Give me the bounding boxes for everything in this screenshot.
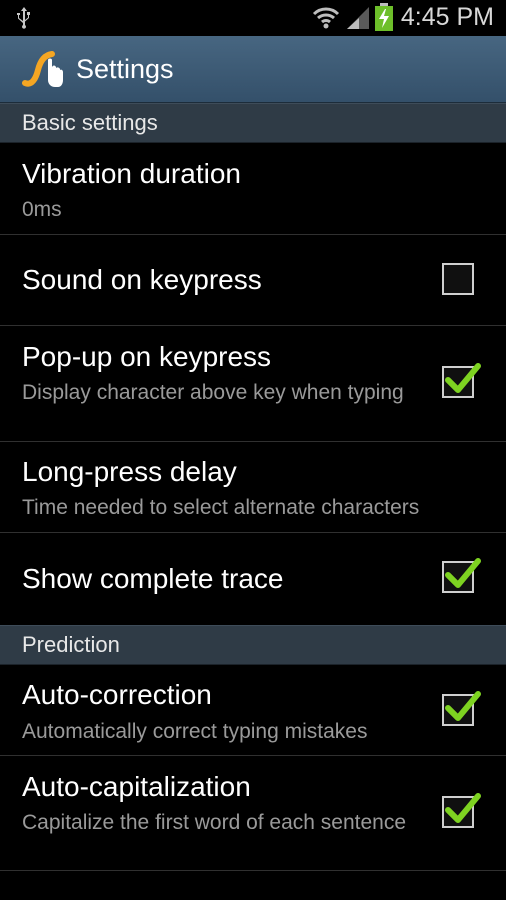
pref-long-press-delay[interactable]: Long-press delay Time needed to select a… [0, 442, 506, 533]
pref-auto-capitalization[interactable]: Auto-capitalization Capitalize the first… [0, 756, 506, 871]
page-title: Settings [76, 54, 174, 84]
pref-vibration-duration[interactable]: Vibration duration 0ms [0, 142, 506, 235]
battery-charging-icon [375, 3, 393, 31]
popup-on-keypress-checkbox[interactable] [442, 363, 481, 398]
checkmark-icon [445, 793, 481, 823]
wifi-icon [312, 7, 340, 29]
pref-label: Show complete trace [22, 563, 284, 594]
pref-popup-on-keypress[interactable]: Pop-up on keypress Display character abo… [0, 326, 506, 442]
checkmark-icon [445, 558, 481, 588]
checkmark-icon [445, 363, 481, 393]
usb-icon [17, 7, 30, 29]
sound-on-keypress-checkbox[interactable] [442, 263, 474, 295]
pref-label: Pop-up on keypress [22, 341, 272, 372]
section-header-basic: Basic settings [0, 103, 506, 143]
action-bar: Settings [0, 36, 506, 103]
pref-label: Sound on keypress [22, 264, 262, 295]
pref-summary: Capitalize the first word of each senten… [22, 811, 407, 834]
pref-auto-correction[interactable]: Auto-correction Automatically correct ty… [0, 664, 506, 756]
section-header-label: Basic settings [22, 110, 158, 135]
status-time: 4:45 PM [400, 3, 494, 31]
auto-correction-checkbox[interactable] [442, 691, 481, 726]
pref-label: Auto-correction [22, 679, 212, 710]
pref-show-complete-trace[interactable]: Show complete trace [0, 533, 506, 624]
pref-summary: Automatically correct typing mistakes [22, 720, 368, 743]
status-bar: 4:45 PM [0, 0, 506, 36]
pref-label: Long-press delay [22, 456, 237, 487]
pref-label: Auto-capitalization [22, 771, 251, 802]
pref-sound-on-keypress[interactable]: Sound on keypress [0, 235, 506, 326]
pref-summary: Display character above key when typing [22, 381, 404, 404]
checkmark-icon [445, 691, 481, 721]
section-header-label: Prediction [22, 632, 120, 657]
pref-label: Vibration duration [22, 158, 241, 189]
pref-summary: 0ms [22, 198, 62, 221]
pref-next-item-partial[interactable] [0, 871, 506, 900]
auto-capitalization-checkbox[interactable] [442, 793, 481, 828]
pref-summary: Time needed to select alternate characte… [22, 496, 420, 519]
section-header-prediction: Prediction [0, 625, 506, 665]
app-swipe-icon[interactable] [22, 50, 64, 88]
signal-icon [347, 7, 369, 29]
show-complete-trace-checkbox[interactable] [442, 558, 481, 593]
